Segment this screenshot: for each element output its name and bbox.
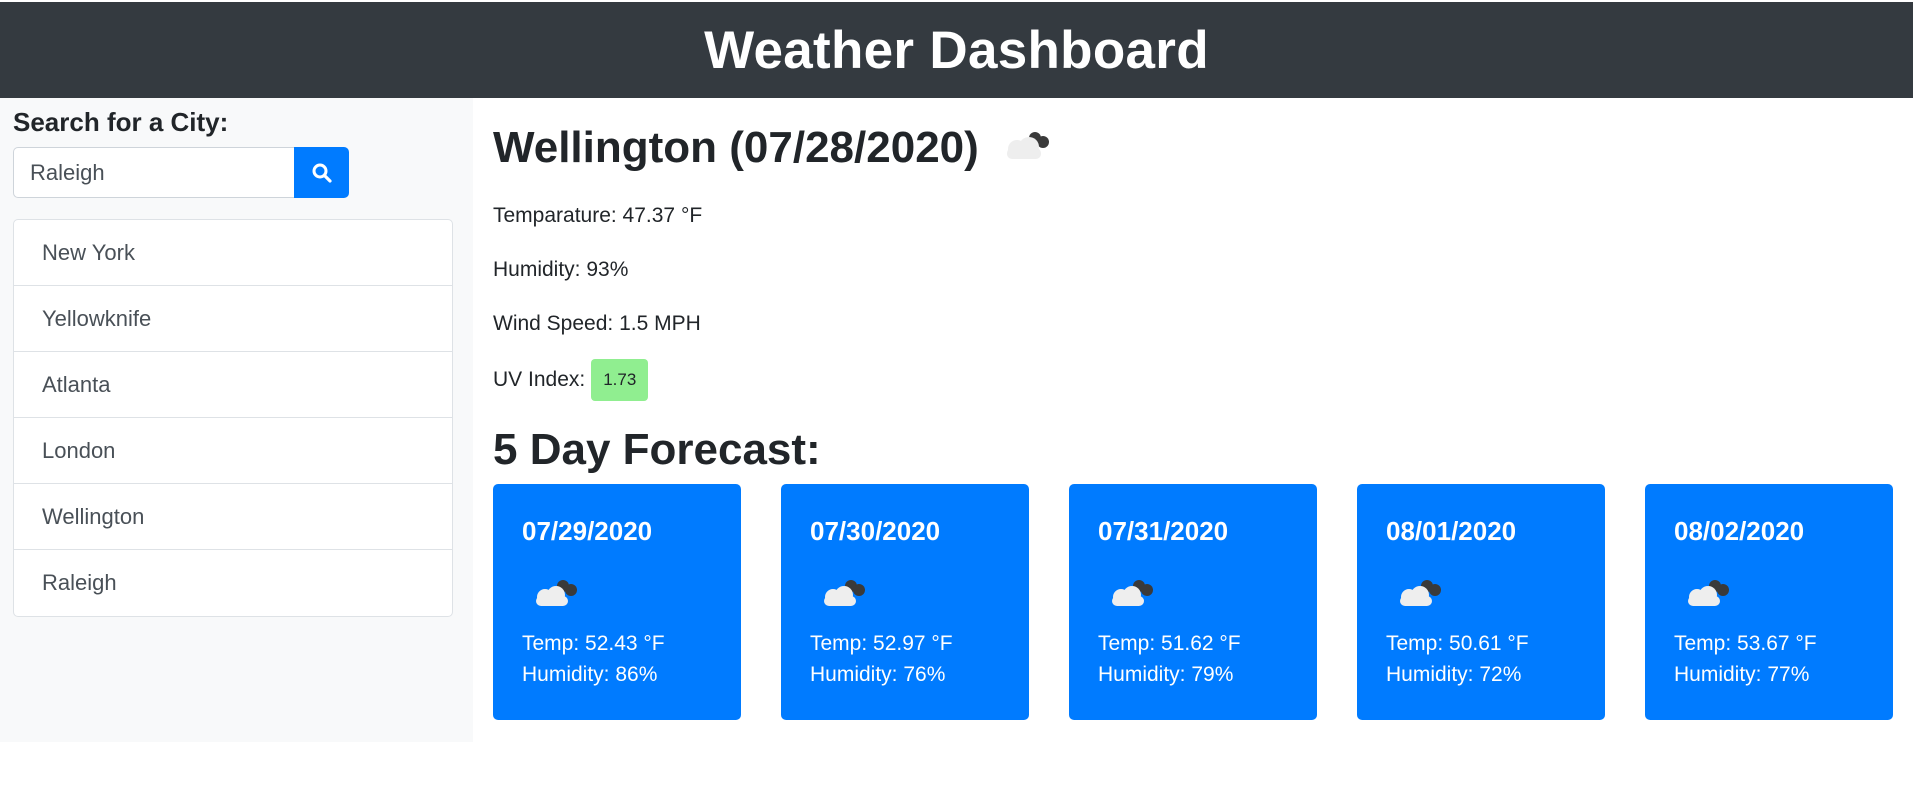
city-history-list: New York Yellowknife Atlanta London Well… (13, 219, 453, 617)
current-weather-title: Wellington (07/28/2020) (493, 122, 1053, 174)
uv-label: UV Index: (493, 368, 586, 391)
current-wind-speed: Wind Speed: 1.5 MPH (493, 312, 701, 335)
forecast-temp: Temp: 52.43 °F (522, 632, 665, 655)
forecast-card: 07/30/2020 Temp: 52.97 °F Humidity: 76% (781, 484, 1029, 720)
search-button[interactable] (294, 147, 349, 198)
city-item-yellowknife[interactable]: Yellowknife (14, 286, 452, 352)
forecast-temp: Temp: 50.61 °F (1386, 632, 1529, 655)
city-item-new-york[interactable]: New York (14, 220, 452, 286)
cloud-icon (1683, 576, 1731, 615)
forecast-date: 08/01/2020 (1386, 516, 1517, 546)
forecast-card: 07/31/2020 Temp: 51.62 °F Humidity: 79% (1069, 484, 1317, 720)
city-item-atlanta[interactable]: Atlanta (14, 352, 452, 418)
current-city-date: Wellington (07/28/2020) (493, 123, 979, 172)
forecast-humidity: Humidity: 77% (1674, 663, 1810, 686)
forecast-temp: Temp: 53.67 °F (1674, 632, 1817, 655)
city-item-london[interactable]: London (14, 418, 452, 484)
forecast-humidity: Humidity: 86% (522, 663, 658, 686)
forecast-title: 5 Day Forecast: (493, 425, 821, 474)
forecast-temp: Temp: 52.97 °F (810, 632, 953, 655)
current-temperature: Temparature: 47.37 °F (493, 204, 703, 227)
city-item-wellington[interactable]: Wellington (14, 484, 452, 550)
cloud-icon (1001, 124, 1053, 174)
current-humidity: Humidity: 93% (493, 258, 629, 281)
forecast-date: 07/31/2020 (1098, 516, 1229, 546)
forecast-card: 08/01/2020 Temp: 50.61 °F Humidity: 72% (1357, 484, 1605, 720)
forecast-humidity: Humidity: 79% (1098, 663, 1234, 686)
forecast-temp: Temp: 51.62 °F (1098, 632, 1241, 655)
forecast-card: 08/02/2020 Temp: 53.67 °F Humidity: 77% (1645, 484, 1893, 720)
uv-index-badge: 1.73 (591, 359, 649, 401)
search-label: Search for a City: (13, 107, 229, 137)
forecast-humidity: Humidity: 72% (1386, 663, 1522, 686)
cloud-icon (819, 576, 867, 615)
search-input[interactable] (13, 147, 295, 198)
cloud-icon (1395, 576, 1443, 615)
forecast-date: 08/02/2020 (1674, 516, 1805, 546)
city-item-raleigh[interactable]: Raleigh (14, 550, 452, 616)
forecast-humidity: Humidity: 76% (810, 663, 946, 686)
current-uv-row: UV Index: 1.73 (493, 359, 649, 401)
forecast-date: 07/29/2020 (522, 516, 653, 546)
cloud-icon (531, 576, 579, 615)
app-title: Weather Dashboard (704, 20, 1209, 80)
forecast-date: 07/30/2020 (810, 516, 941, 546)
cloud-icon (1107, 576, 1155, 615)
forecast-card: 07/29/2020 Temp: 52.43 °F Humidity: 86% (493, 484, 741, 720)
app-header: Weather Dashboard (0, 2, 1913, 98)
search-icon (312, 163, 332, 183)
